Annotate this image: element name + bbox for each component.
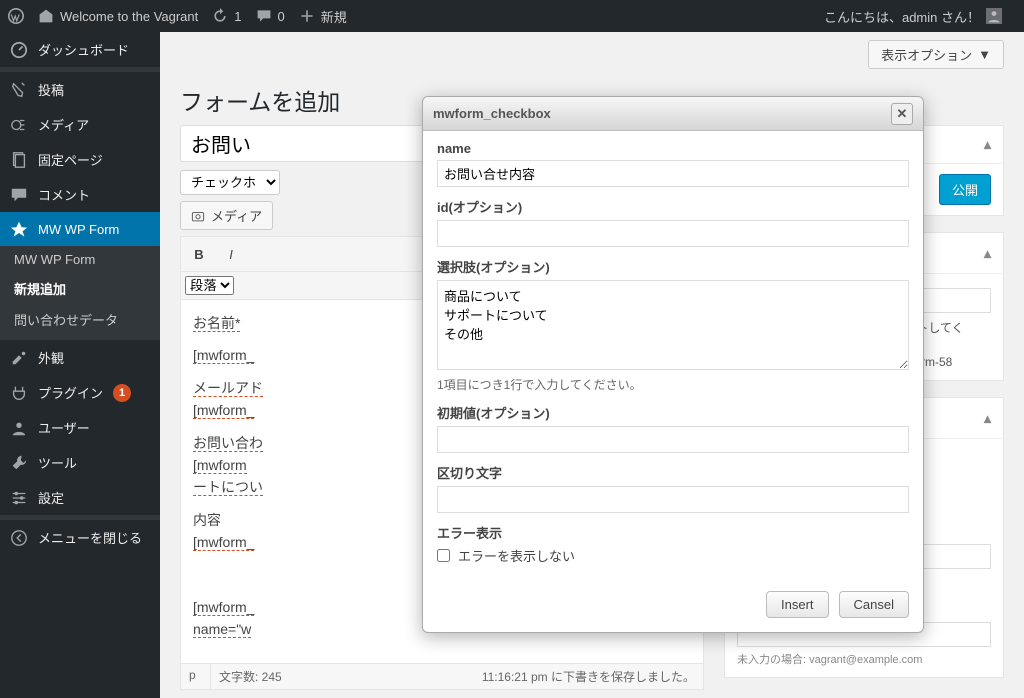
menu-collapse[interactable]: メニューを閉じる <box>0 520 160 555</box>
site-link[interactable]: Welcome to the Vagrant <box>38 8 198 24</box>
mwform-checkbox-dialog: mwform_checkbox ✕ name id(オプション) 選択肢(オプシ… <box>422 96 924 633</box>
choices-textarea[interactable]: 商品について サポートについて その他 <box>437 280 909 370</box>
close-button[interactable]: ✕ <box>891 103 913 125</box>
menu-posts[interactable]: 投稿 <box>0 72 160 107</box>
submenu-data[interactable]: 問い合わせデータ <box>0 304 160 335</box>
separator-input[interactable] <box>437 486 909 513</box>
dialog-titlebar[interactable]: mwform_checkbox ✕ <box>423 97 923 131</box>
new-link[interactable]: 新規 <box>299 7 347 26</box>
cancel-button[interactable]: Cansel <box>839 591 909 618</box>
site-title: Welcome to the Vagrant <box>60 9 198 24</box>
id-input[interactable] <box>437 220 909 247</box>
menu-tools[interactable]: ツール <box>0 445 160 480</box>
content-area: 表示オプション▼ フォームを追加 チェックホ メディア B I 段落 お名前* … <box>160 32 1024 698</box>
menu-comments[interactable]: コメント <box>0 177 160 212</box>
menu-settings[interactable]: 設定 <box>0 480 160 515</box>
submenu-add[interactable]: 新規追加 <box>0 273 160 304</box>
admin-menu: ダッシュボード 投稿 メディア 固定ページ コメント MW WP Form MW… <box>0 32 160 698</box>
admin-toolbar: Welcome to the Vagrant 1 0 新規 こんにちは、admi… <box>0 0 1024 32</box>
hide-error-checkbox[interactable] <box>437 549 450 562</box>
menu-pages[interactable]: 固定ページ <box>0 142 160 177</box>
plugins-badge: 1 <box>113 384 131 402</box>
submenu-list[interactable]: MW WP Form <box>0 246 160 273</box>
menu-media[interactable]: メディア <box>0 107 160 142</box>
menu-mwwpform[interactable]: MW WP Form <box>0 212 160 246</box>
account-link[interactable]: こんにちは、admin さん！ <box>824 7 1002 26</box>
menu-dashboard[interactable]: ダッシュボード <box>0 32 160 67</box>
name-label: name <box>437 141 909 156</box>
updates-link[interactable]: 1 <box>212 8 241 24</box>
comments-link[interactable]: 0 <box>256 8 285 24</box>
menu-plugins[interactable]: プラグイン1 <box>0 375 160 410</box>
menu-users[interactable]: ユーザー <box>0 410 160 445</box>
error-label: エラー表示 <box>437 523 909 542</box>
default-input[interactable] <box>437 426 909 453</box>
submenu-mwwpform: MW WP Form 新規追加 問い合わせデータ <box>0 246 160 335</box>
wp-logo[interactable] <box>8 8 24 24</box>
choices-label: 選択肢(オプション) <box>437 257 909 276</box>
close-icon: ✕ <box>897 106 908 122</box>
menu-appearance[interactable]: 外観 <box>0 340 160 375</box>
id-label: id(オプション) <box>437 197 909 216</box>
insert-button[interactable]: Insert <box>766 591 829 618</box>
default-label: 初期値(オプション) <box>437 403 909 422</box>
separator-label: 区切り文字 <box>437 463 909 482</box>
name-input[interactable] <box>437 160 909 187</box>
